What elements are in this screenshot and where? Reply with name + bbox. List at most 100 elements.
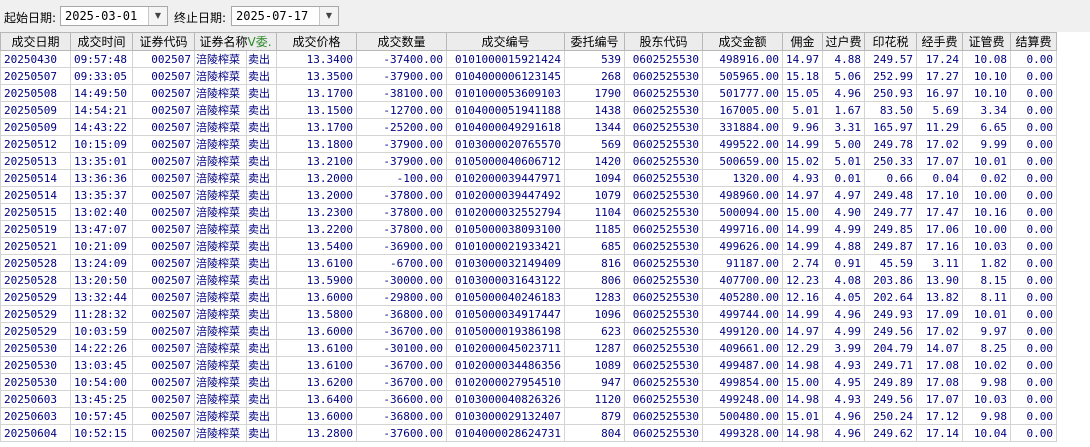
start-date-picker[interactable]: 2025-03-01 ▼ bbox=[60, 6, 168, 26]
cell-price: 13.6000 bbox=[276, 322, 358, 340]
cell-side: 卖出 bbox=[245, 322, 278, 340]
table-row[interactable]: 20250514 13:36:36 002507 涪陵榨菜 卖出 13.2000 -100.… bbox=[0, 169, 1058, 187]
table-row[interactable]: 20250512 10:15:09 002507 涪陵榨菜 卖出 13.1800 -3790… bbox=[0, 135, 1058, 153]
cell-transfer-fee: 4.95 bbox=[822, 373, 866, 391]
col-commission[interactable]: 佣金 bbox=[782, 32, 824, 51]
cell-transfer-fee: 4.96 bbox=[822, 305, 866, 323]
cell-settlement-fee: 0.00 bbox=[1010, 135, 1058, 153]
table-row[interactable]: 20250530 14:22:26 002507 涪陵榨菜 卖出 13.6100 -3010… bbox=[0, 339, 1058, 357]
cell-order-no: 685 bbox=[564, 237, 626, 255]
cell-holder-code: 0602525530 bbox=[624, 101, 704, 119]
col-regulatory-fee[interactable]: 证管费 bbox=[962, 32, 1012, 51]
cell-settlement-fee: 0.00 bbox=[1010, 305, 1058, 323]
col-amount[interactable]: 成交金额 bbox=[702, 32, 784, 51]
cell-amount: 409661.00 bbox=[702, 339, 784, 357]
table-row[interactable]: 20250515 13:02:40 002507 涪陵榨菜 卖出 13.2300 -3780… bbox=[0, 203, 1058, 221]
table-row[interactable]: 20250530 13:03:45 002507 涪陵榨菜 卖出 13.6100 -3670… bbox=[0, 356, 1058, 374]
chevron-down-icon[interactable]: ▼ bbox=[148, 7, 167, 25]
table-row[interactable]: 20250603 10:57:45 002507 涪陵榨菜 卖出 13.6000 -3680… bbox=[0, 407, 1058, 425]
col-transfer-fee[interactable]: 过户费 bbox=[822, 32, 866, 51]
col-price[interactable]: 成交价格 bbox=[276, 32, 358, 51]
cell-side: 卖出 bbox=[245, 305, 278, 323]
cell-quantity: -37900.00 bbox=[356, 152, 448, 170]
cell-trade-date: 20250513 bbox=[0, 152, 71, 170]
col-trade-time[interactable]: 成交时间 bbox=[70, 32, 133, 51]
table-row[interactable]: 20250508 14:49:50 002507 涪陵榨菜 卖出 13.1700 -3810… bbox=[0, 84, 1058, 102]
cell-security-code: 002507 bbox=[132, 288, 195, 306]
cell-stamp-tax: 0.66 bbox=[864, 169, 918, 187]
col-quantity[interactable]: 成交数量 bbox=[356, 32, 448, 51]
cell-transfer-fee: 1.67 bbox=[822, 101, 866, 119]
col-stamp-tax[interactable]: 印花税 bbox=[864, 32, 918, 51]
col-security-name[interactable]: 证券名称V委. bbox=[193, 32, 278, 51]
col-trade-no[interactable]: 成交编号 bbox=[446, 32, 566, 51]
table-row[interactable]: 20250521 10:21:09 002507 涪陵榨菜 卖出 13.5400 -3690… bbox=[0, 237, 1058, 255]
table-row[interactable]: 20250529 10:03:59 002507 涪陵榨菜 卖出 13.6000 -3670… bbox=[0, 322, 1058, 340]
cell-regulatory-fee: 10.10 bbox=[962, 84, 1012, 102]
cell-settlement-fee: 0.00 bbox=[1010, 118, 1058, 136]
cell-stamp-tax: 249.87 bbox=[864, 237, 918, 255]
table-row[interactable]: 20250530 10:54:00 002507 涪陵榨菜 卖出 13.6200 -3670… bbox=[0, 373, 1058, 391]
table-row[interactable]: 20250514 13:35:37 002507 涪陵榨菜 卖出 13.2000 -3780… bbox=[0, 186, 1058, 204]
cell-security-name: 涪陵榨菜 bbox=[194, 84, 247, 102]
cell-security-code: 002507 bbox=[132, 118, 195, 136]
cell-trade-date: 20250530 bbox=[0, 356, 71, 374]
cell-price: 13.1800 bbox=[276, 135, 358, 153]
cell-holder-code: 0602525530 bbox=[624, 424, 704, 442]
cell-amount: 498960.00 bbox=[702, 186, 784, 204]
table-row[interactable]: 20250513 13:35:01 002507 涪陵榨菜 卖出 13.2100 -3790… bbox=[0, 152, 1058, 170]
cell-amount: 499487.00 bbox=[702, 356, 784, 374]
col-handling-fee[interactable]: 经手费 bbox=[916, 32, 964, 51]
cell-regulatory-fee: 10.16 bbox=[962, 203, 1012, 221]
cell-security-code: 002507 bbox=[132, 390, 195, 408]
cell-trade-date: 20250507 bbox=[0, 67, 71, 85]
cell-quantity: -36900.00 bbox=[356, 237, 448, 255]
cell-trade-date: 20250514 bbox=[0, 169, 71, 187]
col-holder-code[interactable]: 股东代码 bbox=[624, 32, 704, 51]
chevron-down-icon[interactable]: ▼ bbox=[319, 7, 338, 25]
end-date-picker[interactable]: 2025-07-17 ▼ bbox=[231, 6, 339, 26]
cell-commission: 14.99 bbox=[782, 237, 824, 255]
table-row[interactable]: 20250604 10:52:15 002507 涪陵榨菜 卖出 13.2800 -3760… bbox=[0, 424, 1058, 442]
cell-transfer-fee: 4.88 bbox=[822, 50, 866, 68]
cell-trade-time: 13:32:44 bbox=[70, 288, 133, 306]
cell-holder-code: 0602525530 bbox=[624, 84, 704, 102]
cell-trade-time: 13:35:37 bbox=[70, 186, 133, 204]
table-row[interactable]: 20250519 13:47:07 002507 涪陵榨菜 卖出 13.2200 -3780… bbox=[0, 220, 1058, 238]
cell-stamp-tax: 83.50 bbox=[864, 101, 918, 119]
table-row[interactable]: 20250528 13:24:09 002507 涪陵榨菜 卖出 13.6100 -6700… bbox=[0, 254, 1058, 272]
table-row[interactable]: 20250430 09:57:48 002507 涪陵榨菜 卖出 13.3400 -3740… bbox=[0, 50, 1058, 68]
cell-order-no: 1790 bbox=[564, 84, 626, 102]
cell-holder-code: 0602525530 bbox=[624, 271, 704, 289]
table-row[interactable]: 20250507 09:33:05 002507 涪陵榨菜 卖出 13.3500 -3790… bbox=[0, 67, 1058, 85]
table-row[interactable]: 20250603 13:45:25 002507 涪陵榨菜 卖出 13.6400 -3660… bbox=[0, 390, 1058, 408]
cell-trade-time: 13:45:25 bbox=[70, 390, 133, 408]
cell-quantity: -30100.00 bbox=[356, 339, 448, 357]
cell-handling-fee: 17.14 bbox=[916, 424, 964, 442]
cell-side: 卖出 bbox=[245, 254, 278, 272]
table-row[interactable]: 20250529 11:28:32 002507 涪陵榨菜 卖出 13.5800 -3680… bbox=[0, 305, 1058, 323]
cell-price: 13.2100 bbox=[276, 152, 358, 170]
cell-security-name: 涪陵榨菜 bbox=[194, 390, 247, 408]
cell-trade-time: 13:03:45 bbox=[70, 356, 133, 374]
cell-security-code: 002507 bbox=[132, 101, 195, 119]
col-security-code[interactable]: 证券代码 bbox=[132, 32, 195, 51]
cell-handling-fee: 17.08 bbox=[916, 373, 964, 391]
cell-handling-fee: 17.08 bbox=[916, 356, 964, 374]
cell-order-no: 1438 bbox=[564, 101, 626, 119]
table-row[interactable]: 20250528 13:20:50 002507 涪陵榨菜 卖出 13.5900 -3000… bbox=[0, 271, 1058, 289]
cell-commission: 15.02 bbox=[782, 152, 824, 170]
cell-commission: 12.23 bbox=[782, 271, 824, 289]
cell-security-code: 002507 bbox=[132, 67, 195, 85]
table-row[interactable]: 20250529 13:32:44 002507 涪陵榨菜 卖出 13.6000 -2980… bbox=[0, 288, 1058, 306]
cell-commission: 14.97 bbox=[782, 186, 824, 204]
cell-regulatory-fee: 10.02 bbox=[962, 356, 1012, 374]
col-order-no[interactable]: 委托编号 bbox=[564, 32, 626, 51]
cell-amount: 498916.00 bbox=[702, 50, 784, 68]
table-row[interactable]: 20250509 14:54:21 002507 涪陵榨菜 卖出 13.1500 -1270… bbox=[0, 101, 1058, 119]
cell-transfer-fee: 4.05 bbox=[822, 288, 866, 306]
cell-settlement-fee: 0.00 bbox=[1010, 237, 1058, 255]
col-trade-date[interactable]: 成交日期 bbox=[0, 32, 71, 51]
col-settlement-fee[interactable]: 结算费 bbox=[1010, 32, 1058, 51]
table-row[interactable]: 20250509 14:43:22 002507 涪陵榨菜 卖出 13.1700 -2520… bbox=[0, 118, 1058, 136]
